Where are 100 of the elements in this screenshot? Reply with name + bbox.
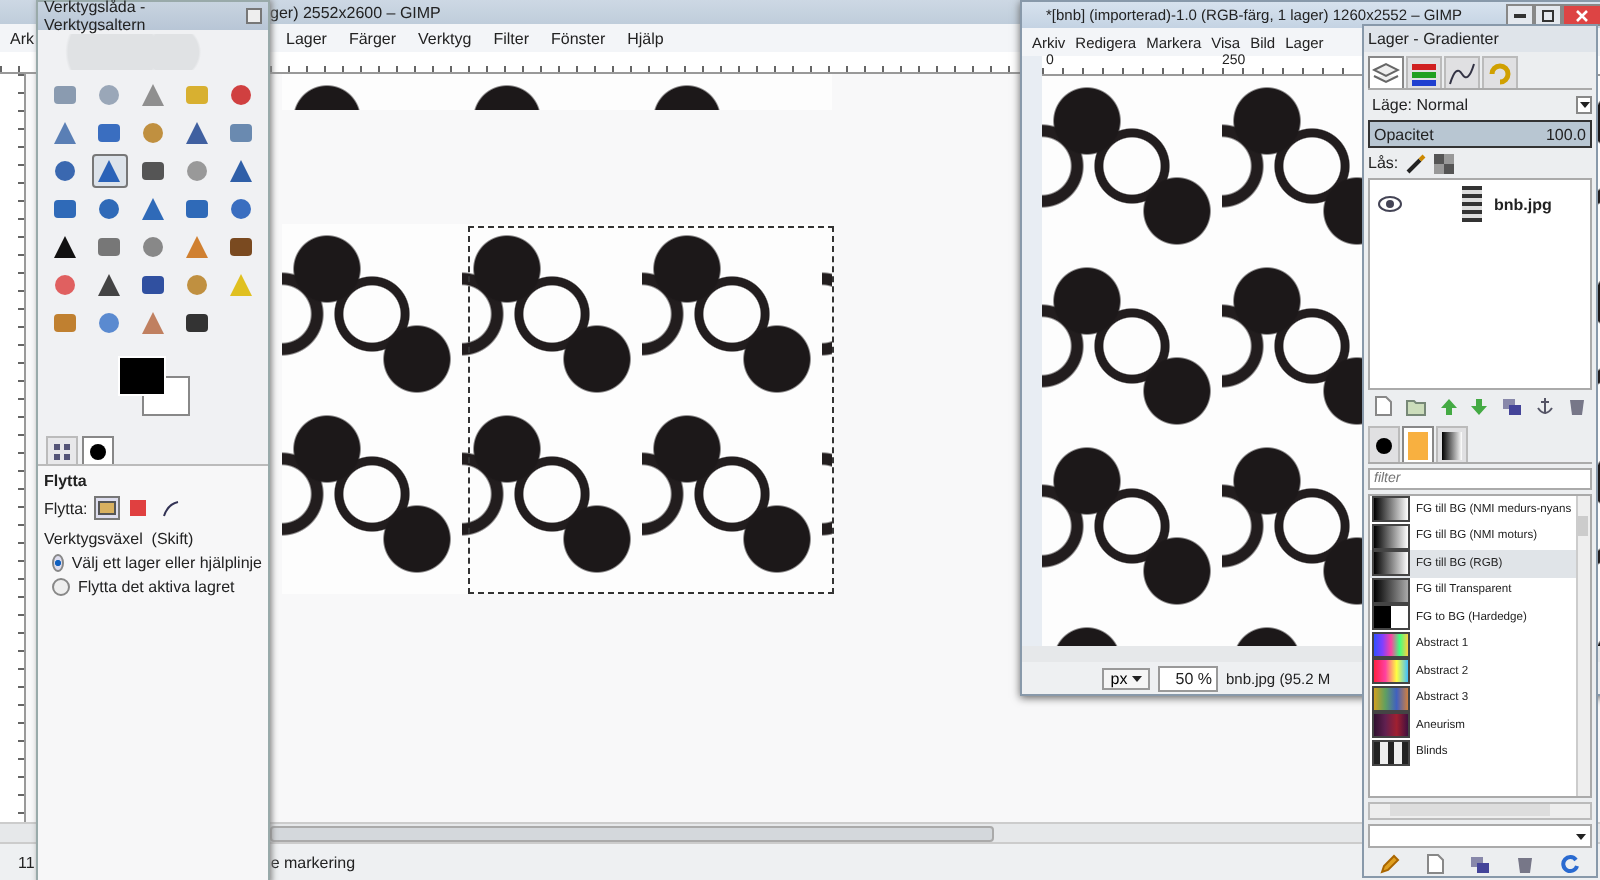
close-icon (1576, 9, 1588, 21)
dock-tab[interactable] (1436, 426, 1468, 462)
menu-item[interactable]: Lager (284, 29, 329, 47)
gradient-preview (1372, 550, 1410, 577)
down-arrow-icon[interactable] (1470, 397, 1489, 415)
tool-icon (96, 120, 122, 146)
trash-icon[interactable] (1515, 854, 1534, 874)
tool-icon (140, 272, 166, 298)
gradient-preview (1372, 658, 1410, 685)
menu-item[interactable]: Filter (491, 29, 531, 47)
menu-item[interactable]: Verktyg (416, 29, 474, 47)
option-label: Flytta det aktiva lagret (78, 578, 235, 596)
layer-row[interactable]: bnb.jpg (1370, 180, 1590, 228)
anchor-icon[interactable] (1535, 396, 1554, 416)
radio-button[interactable] (52, 554, 64, 572)
mode-button[interactable] (157, 496, 184, 520)
close-button[interactable] (1562, 4, 1600, 26)
panel-tab[interactable] (82, 436, 114, 464)
trash-icon[interactable] (1567, 396, 1586, 416)
tool-icon (228, 234, 254, 260)
refresh-icon[interactable] (1559, 854, 1580, 874)
unit-dropdown[interactable]: px (1102, 667, 1150, 689)
window-button[interactable] (246, 8, 262, 24)
duplicate-icon[interactable] (1502, 397, 1523, 415)
menu-item[interactable]: Fönster (549, 29, 608, 47)
maximize-button[interactable] (1534, 4, 1562, 26)
tool-icon (52, 234, 78, 260)
brush-icon[interactable] (1406, 153, 1427, 173)
tool-icon (52, 196, 78, 222)
tool-icon (96, 234, 122, 260)
tool-icon (96, 196, 122, 222)
tool-icon (52, 158, 78, 184)
opacity-slider[interactable]: Opacitet 100.0 (1368, 120, 1592, 148)
dock-tab[interactable] (1406, 56, 1442, 88)
gradient-preview (1372, 631, 1410, 658)
scrollbar-thumb[interactable] (270, 826, 994, 842)
square-icon (130, 500, 147, 516)
tool-icon (52, 82, 78, 108)
menu-item[interactable]: Ark (8, 29, 36, 47)
gradient-preview (1372, 496, 1410, 523)
dock-tab[interactable] (1444, 56, 1480, 88)
folder-icon[interactable] (1406, 397, 1427, 415)
switch-label: Verktygsväxel (Skift) (44, 530, 196, 548)
tool-icon (184, 158, 210, 184)
layers-icon (1372, 61, 1400, 85)
dock-tab[interactable] (1368, 426, 1400, 462)
gradient-preview (1372, 523, 1410, 550)
layer-icon (97, 500, 116, 516)
tool-icon (52, 120, 78, 146)
gradient-icon (1442, 431, 1462, 459)
channels-icon (1410, 61, 1438, 85)
eye-icon[interactable] (1378, 196, 1402, 212)
slider-value: 100.0 (1543, 125, 1588, 143)
tool-icon (228, 196, 254, 222)
tool-icon (228, 82, 254, 108)
minimize-icon (1514, 13, 1526, 17)
up-arrow-icon[interactable] (1439, 397, 1458, 415)
foreground-color-swatch[interactable] (117, 356, 165, 396)
duplicate-icon[interactable] (1469, 855, 1490, 873)
gradient-preview (1372, 739, 1410, 766)
tool-icon (228, 272, 254, 298)
gradient-preview (1372, 685, 1410, 712)
gradient-preview (1372, 604, 1410, 631)
radio-option[interactable]: Flytta det aktiva lagret (52, 578, 262, 596)
slider-label: Opacitet (1372, 125, 1436, 143)
maximize-icon (1542, 9, 1554, 21)
menu-item[interactable]: Hjälp (625, 29, 666, 47)
tool-name: Flytta (44, 472, 89, 490)
tool-icon (140, 196, 166, 222)
tool-icon (140, 82, 166, 108)
tool-icon (184, 272, 210, 298)
tool-icon (184, 234, 210, 260)
radio-button[interactable] (52, 578, 70, 596)
tool-icon (140, 234, 166, 260)
tool-icon (96, 158, 122, 184)
checkerboard-icon[interactable] (1434, 153, 1455, 173)
tool-icon (96, 272, 122, 298)
zoom-field[interactable]: 50 % (1158, 665, 1218, 691)
pencil-icon[interactable] (1380, 854, 1401, 874)
tool-icon (140, 120, 166, 146)
tool-icon (52, 272, 78, 298)
scrollbar[interactable] (1368, 802, 1592, 820)
brush-icon (88, 441, 108, 461)
tool-icon (96, 82, 122, 108)
tool-icon (184, 310, 210, 336)
minimize-button[interactable] (1506, 4, 1534, 26)
gradient-icon (1408, 431, 1428, 459)
gradient-preview (1372, 577, 1410, 604)
page-icon[interactable] (1426, 854, 1445, 874)
scrollbar[interactable] (1576, 496, 1590, 796)
menu-item[interactable]: Färger (346, 29, 399, 47)
mode-button[interactable] (93, 496, 120, 520)
tool-icon (184, 82, 210, 108)
move-label: Flytta: (44, 499, 88, 517)
lock-label: Lås: (1368, 154, 1399, 172)
window-title: ger) 2552x2600 – GIMP (270, 3, 441, 21)
status-message: e markering (270, 853, 356, 871)
tool-icon (228, 158, 254, 184)
page-icon[interactable] (1374, 396, 1393, 416)
dropdown-button[interactable] (1576, 96, 1592, 114)
